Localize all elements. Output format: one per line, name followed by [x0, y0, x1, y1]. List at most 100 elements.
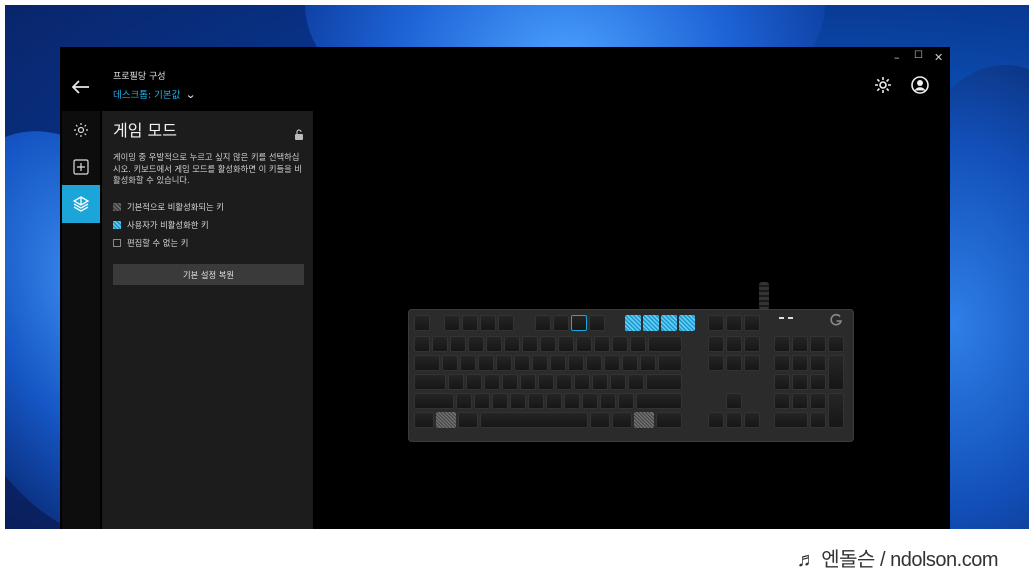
- keyboard-key[interactable]: [498, 315, 514, 331]
- keyboard-key[interactable]: [450, 336, 466, 352]
- keyboard-key[interactable]: [610, 374, 626, 390]
- keyboard-key[interactable]: [744, 336, 760, 352]
- keyboard-key[interactable]: [460, 355, 476, 371]
- keyboard-key[interactable]: [679, 315, 695, 331]
- keyboard-key[interactable]: [612, 412, 632, 428]
- keyboard-key[interactable]: [636, 393, 682, 409]
- keyboard-key[interactable]: [586, 355, 602, 371]
- keyboard-key[interactable]: [504, 336, 520, 352]
- keyboard-key[interactable]: [656, 412, 682, 428]
- close-button[interactable]: ✕: [934, 51, 943, 64]
- keyboard-key[interactable]: [630, 336, 646, 352]
- keyboard-key[interactable]: [480, 315, 496, 331]
- keyboard-key[interactable]: [618, 393, 634, 409]
- keyboard-key[interactable]: [414, 374, 446, 390]
- keyboard-key[interactable]: [604, 355, 620, 371]
- keyboard-key[interactable]: [520, 374, 536, 390]
- keyboard-key[interactable]: [546, 393, 562, 409]
- keyboard-key[interactable]: [810, 393, 826, 409]
- keyboard-key[interactable]: [522, 336, 538, 352]
- keyboard-key[interactable]: [590, 412, 610, 428]
- keyboard-key[interactable]: [478, 355, 494, 371]
- keyboard-key[interactable]: [792, 393, 808, 409]
- keyboard-key[interactable]: [774, 412, 808, 428]
- keyboard-key[interactable]: [538, 374, 554, 390]
- keyboard-key[interactable]: [564, 393, 580, 409]
- keyboard-key[interactable]: [828, 355, 844, 390]
- keyboard-key[interactable]: [474, 393, 490, 409]
- keyboard-key[interactable]: [574, 374, 590, 390]
- keyboard-key[interactable]: [792, 374, 808, 390]
- keyboard-key[interactable]: [774, 336, 790, 352]
- keyboard-key[interactable]: [744, 412, 760, 428]
- keyboard-key[interactable]: [492, 393, 508, 409]
- keyboard-key[interactable]: [442, 355, 458, 371]
- keyboard-key[interactable]: [661, 315, 677, 331]
- lighting-tab[interactable]: [62, 111, 100, 149]
- keyboard-key[interactable]: [571, 315, 587, 331]
- keyboard-key[interactable]: [514, 355, 530, 371]
- keyboard-key[interactable]: [648, 336, 682, 352]
- settings-gear-icon[interactable]: [873, 75, 893, 95]
- keyboard-key[interactable]: [535, 315, 551, 331]
- keyboard-key[interactable]: [828, 393, 844, 428]
- keyboard-key[interactable]: [640, 355, 656, 371]
- keyboard-key[interactable]: [462, 315, 478, 331]
- keyboard-key[interactable]: [774, 374, 790, 390]
- keyboard-key[interactable]: [828, 336, 844, 352]
- keyboard-key[interactable]: [436, 412, 456, 428]
- keyboard-key[interactable]: [634, 412, 654, 428]
- keyboard-key[interactable]: [792, 336, 808, 352]
- keyboard-key[interactable]: [744, 315, 760, 331]
- keyboard-key[interactable]: [622, 355, 638, 371]
- keyboard-key[interactable]: [414, 412, 434, 428]
- keyboard-key[interactable]: [658, 355, 682, 371]
- lock-open-icon[interactable]: [294, 125, 304, 140]
- keyboard-key[interactable]: [496, 355, 512, 371]
- keyboard-key[interactable]: [414, 393, 454, 409]
- keyboard-key[interactable]: [484, 374, 500, 390]
- keyboard-key[interactable]: [414, 315, 430, 331]
- keyboard-key[interactable]: [792, 355, 808, 371]
- keyboard-key[interactable]: [458, 412, 478, 428]
- keyboard-key[interactable]: [480, 412, 588, 428]
- keyboard-key[interactable]: [726, 355, 742, 371]
- keyboard-key[interactable]: [466, 374, 482, 390]
- keyboard-key[interactable]: [550, 355, 566, 371]
- keyboard-key[interactable]: [646, 374, 682, 390]
- assignments-tab[interactable]: [62, 148, 100, 186]
- keyboard-key[interactable]: [726, 315, 742, 331]
- keyboard-key[interactable]: [456, 393, 472, 409]
- maximize-button[interactable]: ☐: [914, 50, 923, 61]
- keyboard-key[interactable]: [810, 336, 826, 352]
- keyboard-key[interactable]: [510, 393, 526, 409]
- account-icon[interactable]: [910, 75, 930, 95]
- keyboard-key[interactable]: [532, 355, 548, 371]
- keyboard-key[interactable]: [708, 336, 724, 352]
- keyboard-key[interactable]: [726, 336, 742, 352]
- keyboard-key[interactable]: [774, 355, 790, 371]
- keyboard-key[interactable]: [448, 374, 464, 390]
- keyboard-key[interactable]: [486, 336, 502, 352]
- keyboard-key[interactable]: [708, 412, 724, 428]
- game-mode-tab[interactable]: [62, 185, 100, 223]
- keyboard-key[interactable]: [726, 412, 742, 428]
- keyboard-key[interactable]: [628, 374, 644, 390]
- keyboard-key[interactable]: [414, 355, 440, 371]
- minimize-button[interactable]: –: [894, 51, 900, 64]
- keyboard-key[interactable]: [643, 315, 659, 331]
- keyboard-key[interactable]: [468, 336, 484, 352]
- keyboard-key[interactable]: [432, 336, 448, 352]
- keyboard-key[interactable]: [810, 355, 826, 371]
- keyboard-key[interactable]: [708, 355, 724, 371]
- keyboard-key[interactable]: [576, 336, 592, 352]
- keyboard-key[interactable]: [589, 315, 605, 331]
- keyboard-key[interactable]: [540, 336, 556, 352]
- keyboard-key[interactable]: [744, 355, 760, 371]
- keyboard-key[interactable]: [502, 374, 518, 390]
- keyboard-key[interactable]: [594, 336, 610, 352]
- keyboard-key[interactable]: [726, 393, 742, 409]
- keyboard-key[interactable]: [556, 374, 572, 390]
- keyboard-key[interactable]: [553, 315, 569, 331]
- profile-dropdown[interactable]: 데스크톱: 기본값 ⌄: [113, 87, 197, 101]
